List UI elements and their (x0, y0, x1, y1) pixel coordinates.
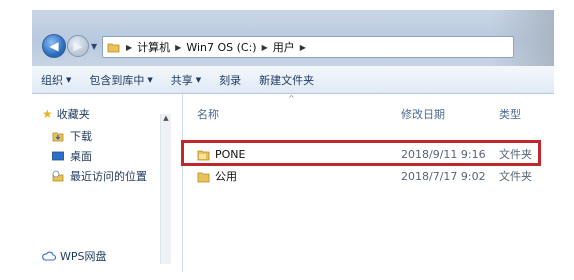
breadcrumb-separator-icon[interactable]: ▶ (173, 43, 183, 52)
file-name-cell: 公用 (197, 168, 237, 184)
sort-ascending-icon: ^ (288, 94, 295, 103)
address-bar-area: ◀ ▶ ▼ ▶ 计算机 ▶ Win7 OS (C:) ▶ 用户 ▶ (32, 10, 554, 66)
navigation-pane: ★ 收藏夹 下载 桌面 最近访问的位置 WPS网盘 ▲ (32, 94, 183, 272)
download-folder-icon (52, 130, 64, 142)
include-in-library-menu[interactable]: 包含到库中 ▼ (80, 72, 161, 88)
burn-label: 刻录 (219, 73, 242, 87)
type-cell: 文件夹 (499, 170, 532, 183)
sidebar-item-downloads[interactable]: 下载 (52, 128, 92, 144)
table-row[interactable]: 公用 2018/7/17 9:02 文件夹 (183, 166, 554, 186)
sidebar-item-label: 最近访问的位置 (70, 170, 147, 183)
sidebar-item-desktop[interactable]: 桌面 (52, 148, 92, 164)
desktop-icon (52, 151, 64, 162)
cloud-icon (42, 251, 56, 262)
file-name: 公用 (215, 170, 237, 183)
breadcrumb-separator-icon[interactable]: ▶ (260, 43, 270, 52)
modified-date-cell: 2018/9/11 9:16 (401, 147, 486, 161)
modified-date-cell: 2018/7/17 9:02 (401, 169, 486, 183)
chevron-down-icon: ▼ (66, 75, 72, 84)
folder-icon (197, 170, 210, 183)
forward-button[interactable]: ▶ (67, 35, 89, 57)
sidebar-item-favorites[interactable]: ★ 收藏夹 (42, 106, 90, 122)
sidebar-item-label: 桌面 (70, 150, 92, 163)
scroll-up-icon[interactable]: ▲ (161, 114, 171, 122)
column-header-modified[interactable]: 修改日期 (401, 106, 445, 122)
sidebar-item-recent-places[interactable]: 最近访问的位置 (52, 168, 147, 184)
sidebar-item-label: 收藏夹 (56, 108, 90, 121)
folder-icon (107, 41, 120, 53)
breadcrumb-separator-icon[interactable]: ▶ (124, 43, 134, 52)
star-icon: ★ (42, 107, 53, 121)
table-row[interactable]: PONE 2018/9/11 9:16 文件夹 (183, 144, 554, 164)
share-menu[interactable]: 共享 ▼ (162, 72, 210, 88)
file-name-cell: PONE (197, 148, 245, 161)
chevron-down-icon: ▼ (195, 75, 202, 84)
sidebar-item-label: 下载 (70, 130, 92, 143)
new-folder-button[interactable]: 新建文件夹 (250, 72, 323, 88)
organize-menu[interactable]: 组织 ▼ (32, 72, 80, 88)
type-cell: 文件夹 (499, 148, 532, 161)
recent-places-icon (52, 170, 64, 182)
share-label: 共享 (170, 73, 193, 87)
new-folder-label: 新建文件夹 (259, 73, 315, 87)
sidebar-item-label: WPS网盘 (60, 250, 107, 263)
navigation-scrollbar[interactable]: ▲ (160, 114, 171, 264)
back-button[interactable]: ◀ (42, 34, 66, 58)
address-field[interactable]: ▶ 计算机 ▶ Win7 OS (C:) ▶ 用户 ▶ (102, 36, 514, 58)
folder-icon (197, 148, 210, 161)
burn-button[interactable]: 刻录 (210, 72, 250, 88)
breadcrumb-users[interactable]: 用户 (270, 39, 298, 55)
sidebar-item-wps[interactable]: WPS网盘 (42, 248, 107, 264)
breadcrumb-drive[interactable]: Win7 OS (C:) (183, 41, 259, 54)
organize-label: 组织 (41, 73, 63, 87)
explorer-window: ◀ ▶ ▼ ▶ 计算机 ▶ Win7 OS (C:) ▶ 用户 ▶ 组织 ▼ 包… (32, 10, 554, 272)
command-bar: 组织 ▼ 包含到库中 ▼ 共享 ▼ 刻录 新建文件夹 (32, 66, 554, 94)
include-in-library-label: 包含到库中 (89, 73, 145, 87)
breadcrumb-separator-icon[interactable]: ▶ (298, 43, 308, 52)
column-header-type[interactable]: 类型 (499, 106, 521, 122)
recent-pages-arrow-icon[interactable]: ▼ (91, 42, 97, 51)
file-name: PONE (215, 147, 246, 161)
column-header-name[interactable]: 名称 (197, 106, 219, 122)
breadcrumb-computer[interactable]: 计算机 (134, 39, 173, 55)
chevron-down-icon: ▼ (147, 75, 153, 84)
file-list: 名称 ^ 修改日期 类型 PONE 2018/9/11 9:16 文件夹 公用 … (181, 94, 554, 272)
